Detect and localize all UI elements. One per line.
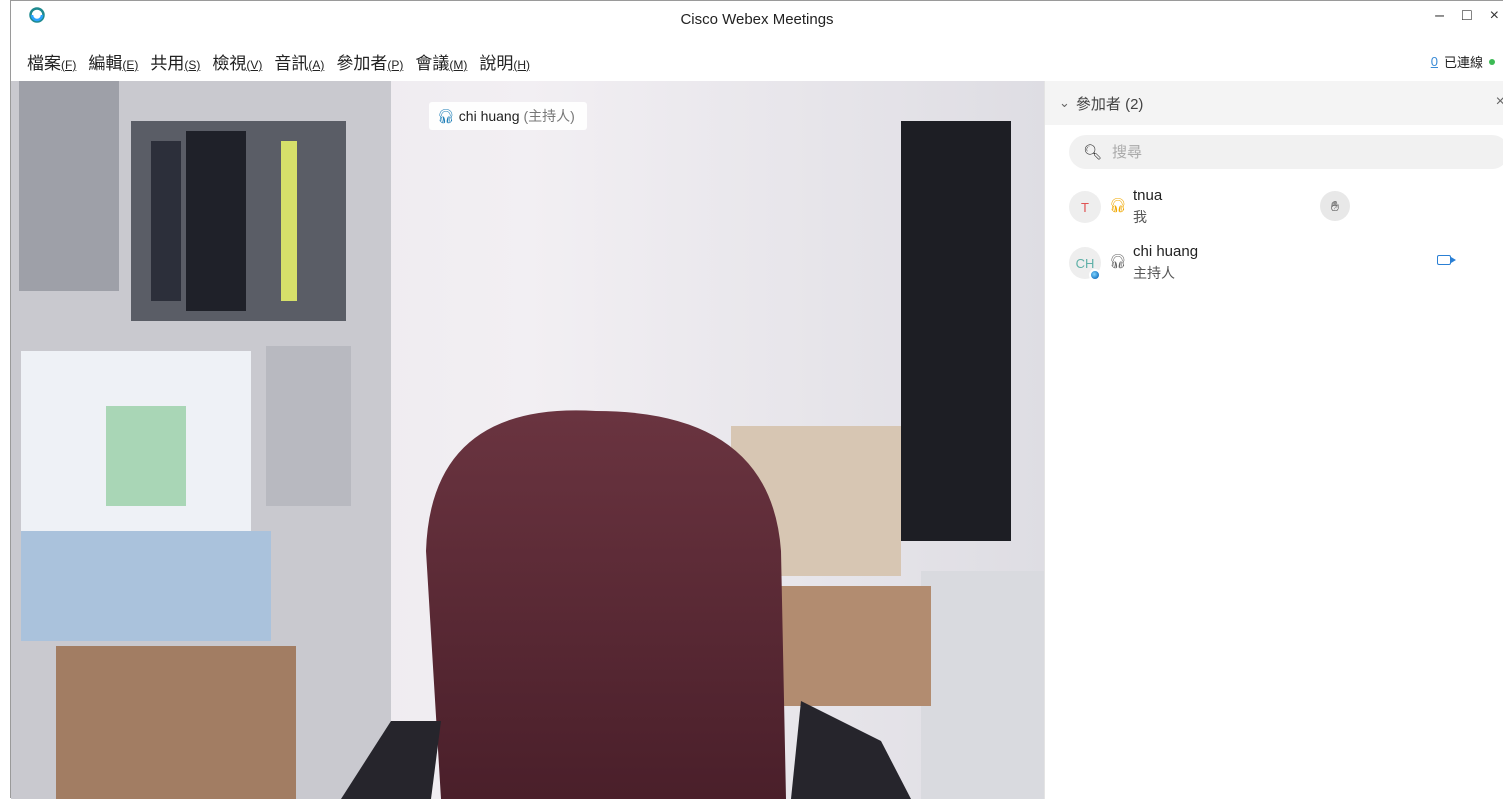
connection-status-label: 已連線 [1443, 55, 1483, 70]
menu-participants[interactable]: 參加者(P) [336, 49, 403, 74]
info-hint-icon[interactable]: 0 [1431, 54, 1438, 69]
search-input[interactable] [1110, 142, 1495, 162]
maximize-button[interactable]: □ [1462, 7, 1472, 25]
video-camera-icon[interactable] [1437, 255, 1456, 265]
audio-icon: 🎧︎ [1109, 253, 1127, 269]
active-speaker-label: 🎧︎ chi huang (主持人) [429, 102, 587, 130]
participant-name: tnua [1133, 187, 1163, 204]
menu-meeting[interactable]: 會議(M) [415, 49, 467, 74]
video-stage[interactable]: 🎧︎ chi huang (主持人) [11, 81, 1044, 799]
menu-view[interactable]: 檢視(V) [212, 49, 262, 74]
minimize-button[interactable]: – [1435, 7, 1444, 25]
participant-role: 我 [1133, 209, 1147, 225]
window-title: Cisco Webex Meetings [680, 11, 834, 28]
menu-edit[interactable]: 編輯(E) [88, 49, 138, 74]
participants-panel-header[interactable]: ⌄ 參加者 (2) × [1045, 81, 1503, 125]
speaking-audio-icon: 🎧︎ [437, 107, 455, 124]
menu-file[interactable]: 檔案(F) [27, 49, 76, 74]
participant-role: 主持人 [1133, 265, 1175, 281]
active-speaker-role: (主持人) [523, 108, 575, 124]
title-bar: Cisco Webex Meetings – □ × [11, 1, 1503, 39]
menu-audio[interactable]: 音訊(A) [274, 49, 324, 74]
connected-indicator-icon [1489, 58, 1495, 65]
menu-share[interactable]: 共用(S) [150, 49, 200, 74]
participant-row[interactable]: CH 🎧︎ chi huang 主持人 [1069, 243, 1499, 289]
menu-help[interactable]: 說明(H) [479, 49, 530, 74]
participant-name: chi huang [1133, 243, 1199, 260]
menu-bar: 檔案(F) 編輯(E) 共用(S) 檢視(V) 音訊(A) 參加者(P) 會議(… [11, 45, 1503, 77]
close-button[interactable]: × [1490, 7, 1499, 25]
chevron-down-icon[interactable]: ⌄ [1059, 95, 1070, 111]
camera-feed [11, 81, 1044, 799]
raise-hand-button[interactable]: ✋︎ [1320, 191, 1350, 221]
app-window: Cisco Webex Meetings – □ × 檔案(F) 編輯(E) 共… [10, 0, 1503, 799]
avatar: T [1069, 191, 1101, 223]
participants-panel: ⌄ 參加者 (2) × 🔍︎ T 🎧︎ tnua 我 ✋︎ CH 🎧︎ chi … [1044, 81, 1503, 799]
host-badge-icon [1089, 269, 1101, 281]
connection-status[interactable]: 0 已連線 [1431, 52, 1495, 71]
participants-panel-title: 參加者 (2) [1075, 95, 1144, 113]
search-icon: 🔍︎ [1083, 144, 1103, 161]
close-panel-icon[interactable]: × [1496, 93, 1503, 111]
participant-search[interactable]: 🔍︎ [1069, 135, 1503, 169]
participant-row[interactable]: T 🎧︎ tnua 我 ✋︎ [1069, 187, 1499, 233]
speaking-audio-icon: 🎧︎ [1109, 197, 1127, 213]
active-speaker-name: chi huang [458, 108, 520, 124]
